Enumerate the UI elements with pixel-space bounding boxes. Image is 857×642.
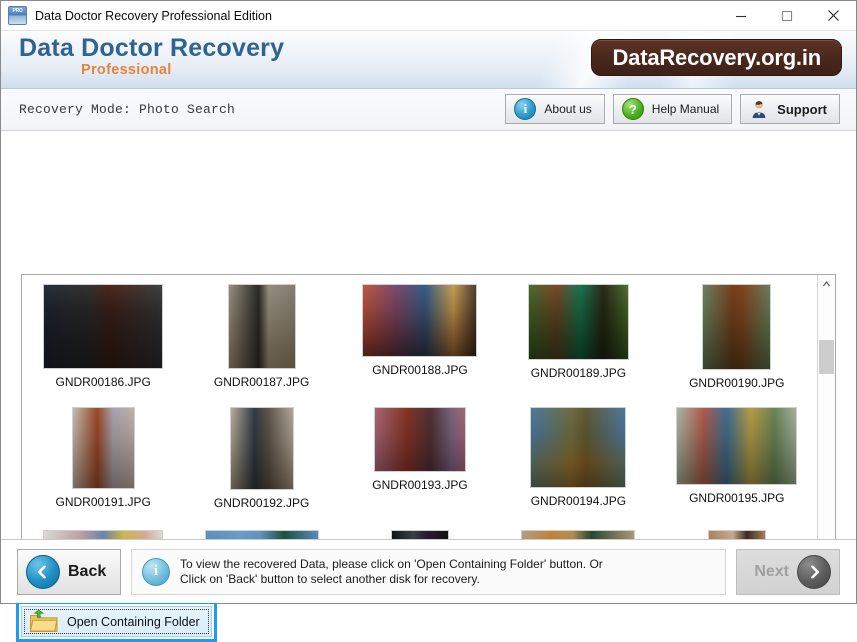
list-item[interactable]: GNDR00186.JPG xyxy=(24,281,182,404)
help-manual-label: Help Manual xyxy=(651,102,720,116)
thumbnail-filename: GNDR00186.JPG xyxy=(55,375,151,389)
footer-bar: Back i To view the recovered Data, pleas… xyxy=(1,539,856,603)
thumbnail-filename: GNDR00190.JPG xyxy=(689,376,785,390)
thumbnail-filename: GNDR00188.JPG xyxy=(372,363,468,377)
window-title: Data Doctor Recovery Professional Editio… xyxy=(35,8,272,23)
thumbnail-filename: GNDR00187.JPG xyxy=(213,375,310,389)
thumbnail-image[interactable] xyxy=(527,284,629,360)
list-item[interactable]: GNDR00192.JPG xyxy=(182,404,340,527)
thumbnail-image[interactable] xyxy=(227,284,296,369)
status-message-lines: To view the recovered Data, please click… xyxy=(180,557,603,587)
thumbnail-filename: GNDR00191.JPG xyxy=(55,495,151,509)
brand-website-text: DataRecovery.org.in xyxy=(612,44,821,70)
thumbnail-filename: GNDR00192.JPG xyxy=(213,496,310,510)
help-manual-button[interactable]: ? Help Manual xyxy=(612,94,733,124)
thumbnail-filename: GNDR00193.JPG xyxy=(372,478,468,492)
brand-title: Data Doctor Recovery xyxy=(19,34,285,62)
thumbnail-image[interactable] xyxy=(530,407,627,488)
support-label: Support xyxy=(777,101,827,117)
list-item[interactable]: GNDR00193.JPG xyxy=(341,404,499,527)
thumbnail-image[interactable] xyxy=(676,407,798,485)
application-window: Data Doctor Recovery Professional Editio… xyxy=(0,0,857,642)
brand-subtitle: Professional xyxy=(81,62,172,78)
maximize-icon[interactable] xyxy=(764,1,810,30)
about-us-label: About us xyxy=(544,102,592,116)
brand-website-badge: DataRecovery.org.in xyxy=(591,39,842,76)
thumbnail-filename: GNDR00195.JPG xyxy=(689,491,785,505)
thumbnail-image[interactable] xyxy=(362,284,478,357)
scrollbar-thumb[interactable] xyxy=(819,340,834,374)
recovery-mode-bar: Recovery Mode: Photo Search i About us ?… xyxy=(1,89,856,131)
recovery-mode-label: Recovery Mode: Photo Search xyxy=(19,102,236,117)
chevron-left-circle-icon xyxy=(26,554,60,589)
list-item[interactable]: GNDR00191.JPG xyxy=(24,404,182,527)
info-icon: i xyxy=(142,557,170,586)
content-area: GNDR00186.JPG GNDR00187.JPG GNDR00188.JP… xyxy=(1,131,856,642)
open-containing-folder-highlight: Open Containing Folder xyxy=(16,601,217,642)
open-containing-folder-button[interactable]: Open Containing Folder xyxy=(21,606,212,637)
about-us-button[interactable]: i About us xyxy=(505,94,605,124)
title-bar: Data Doctor Recovery Professional Editio… xyxy=(1,1,856,31)
top-buttons: i About us ? Help Manual Support xyxy=(505,94,840,124)
thumbnail-filename: GNDR00189.JPG xyxy=(530,366,627,380)
next-button[interactable]: Next xyxy=(736,548,840,595)
thumbnail-image[interactable] xyxy=(229,407,294,490)
thumbnail-image[interactable] xyxy=(43,284,164,369)
brand-header: Data Doctor Recovery Professional DataRe… xyxy=(1,31,856,89)
status-message-line-2: Click on 'Back' button to select another… xyxy=(180,571,480,586)
thumbnail-filename: GNDR00194.JPG xyxy=(530,494,627,508)
support-person-icon xyxy=(749,99,769,119)
open-containing-folder-label: Open Containing Folder xyxy=(67,614,200,629)
list-item[interactable]: GNDR00187.JPG xyxy=(182,281,340,404)
status-message-box: i To view the recovered Data, please cli… xyxy=(131,548,726,595)
close-icon[interactable] xyxy=(810,1,856,30)
list-item[interactable]: GNDR00190.JPG xyxy=(658,281,816,404)
back-button[interactable]: Back xyxy=(17,548,121,595)
app-pro-icon xyxy=(8,6,27,25)
question-icon: ? xyxy=(621,98,644,120)
folder-upload-icon xyxy=(29,609,59,634)
list-item[interactable]: GNDR00194.JPG xyxy=(499,404,657,527)
support-button[interactable]: Support xyxy=(740,94,840,124)
back-label: Back xyxy=(68,562,107,580)
chevron-right-circle-icon xyxy=(797,554,831,589)
thumbnail-image[interactable] xyxy=(71,407,135,489)
list-item[interactable]: GNDR00188.JPG xyxy=(341,281,499,404)
info-icon: i xyxy=(514,98,537,120)
status-message-line-1: To view the recovered Data, please click… xyxy=(180,556,603,571)
thumbnail-image[interactable] xyxy=(373,407,466,472)
next-label: Next xyxy=(754,562,789,580)
thumbnail-image[interactable] xyxy=(702,284,772,370)
minimize-icon[interactable] xyxy=(718,1,764,30)
window-controls xyxy=(718,1,856,30)
chevron-up-icon[interactable] xyxy=(818,275,835,292)
list-item[interactable]: GNDR00189.JPG xyxy=(499,281,657,404)
list-item[interactable]: GNDR00195.JPG xyxy=(658,404,816,527)
